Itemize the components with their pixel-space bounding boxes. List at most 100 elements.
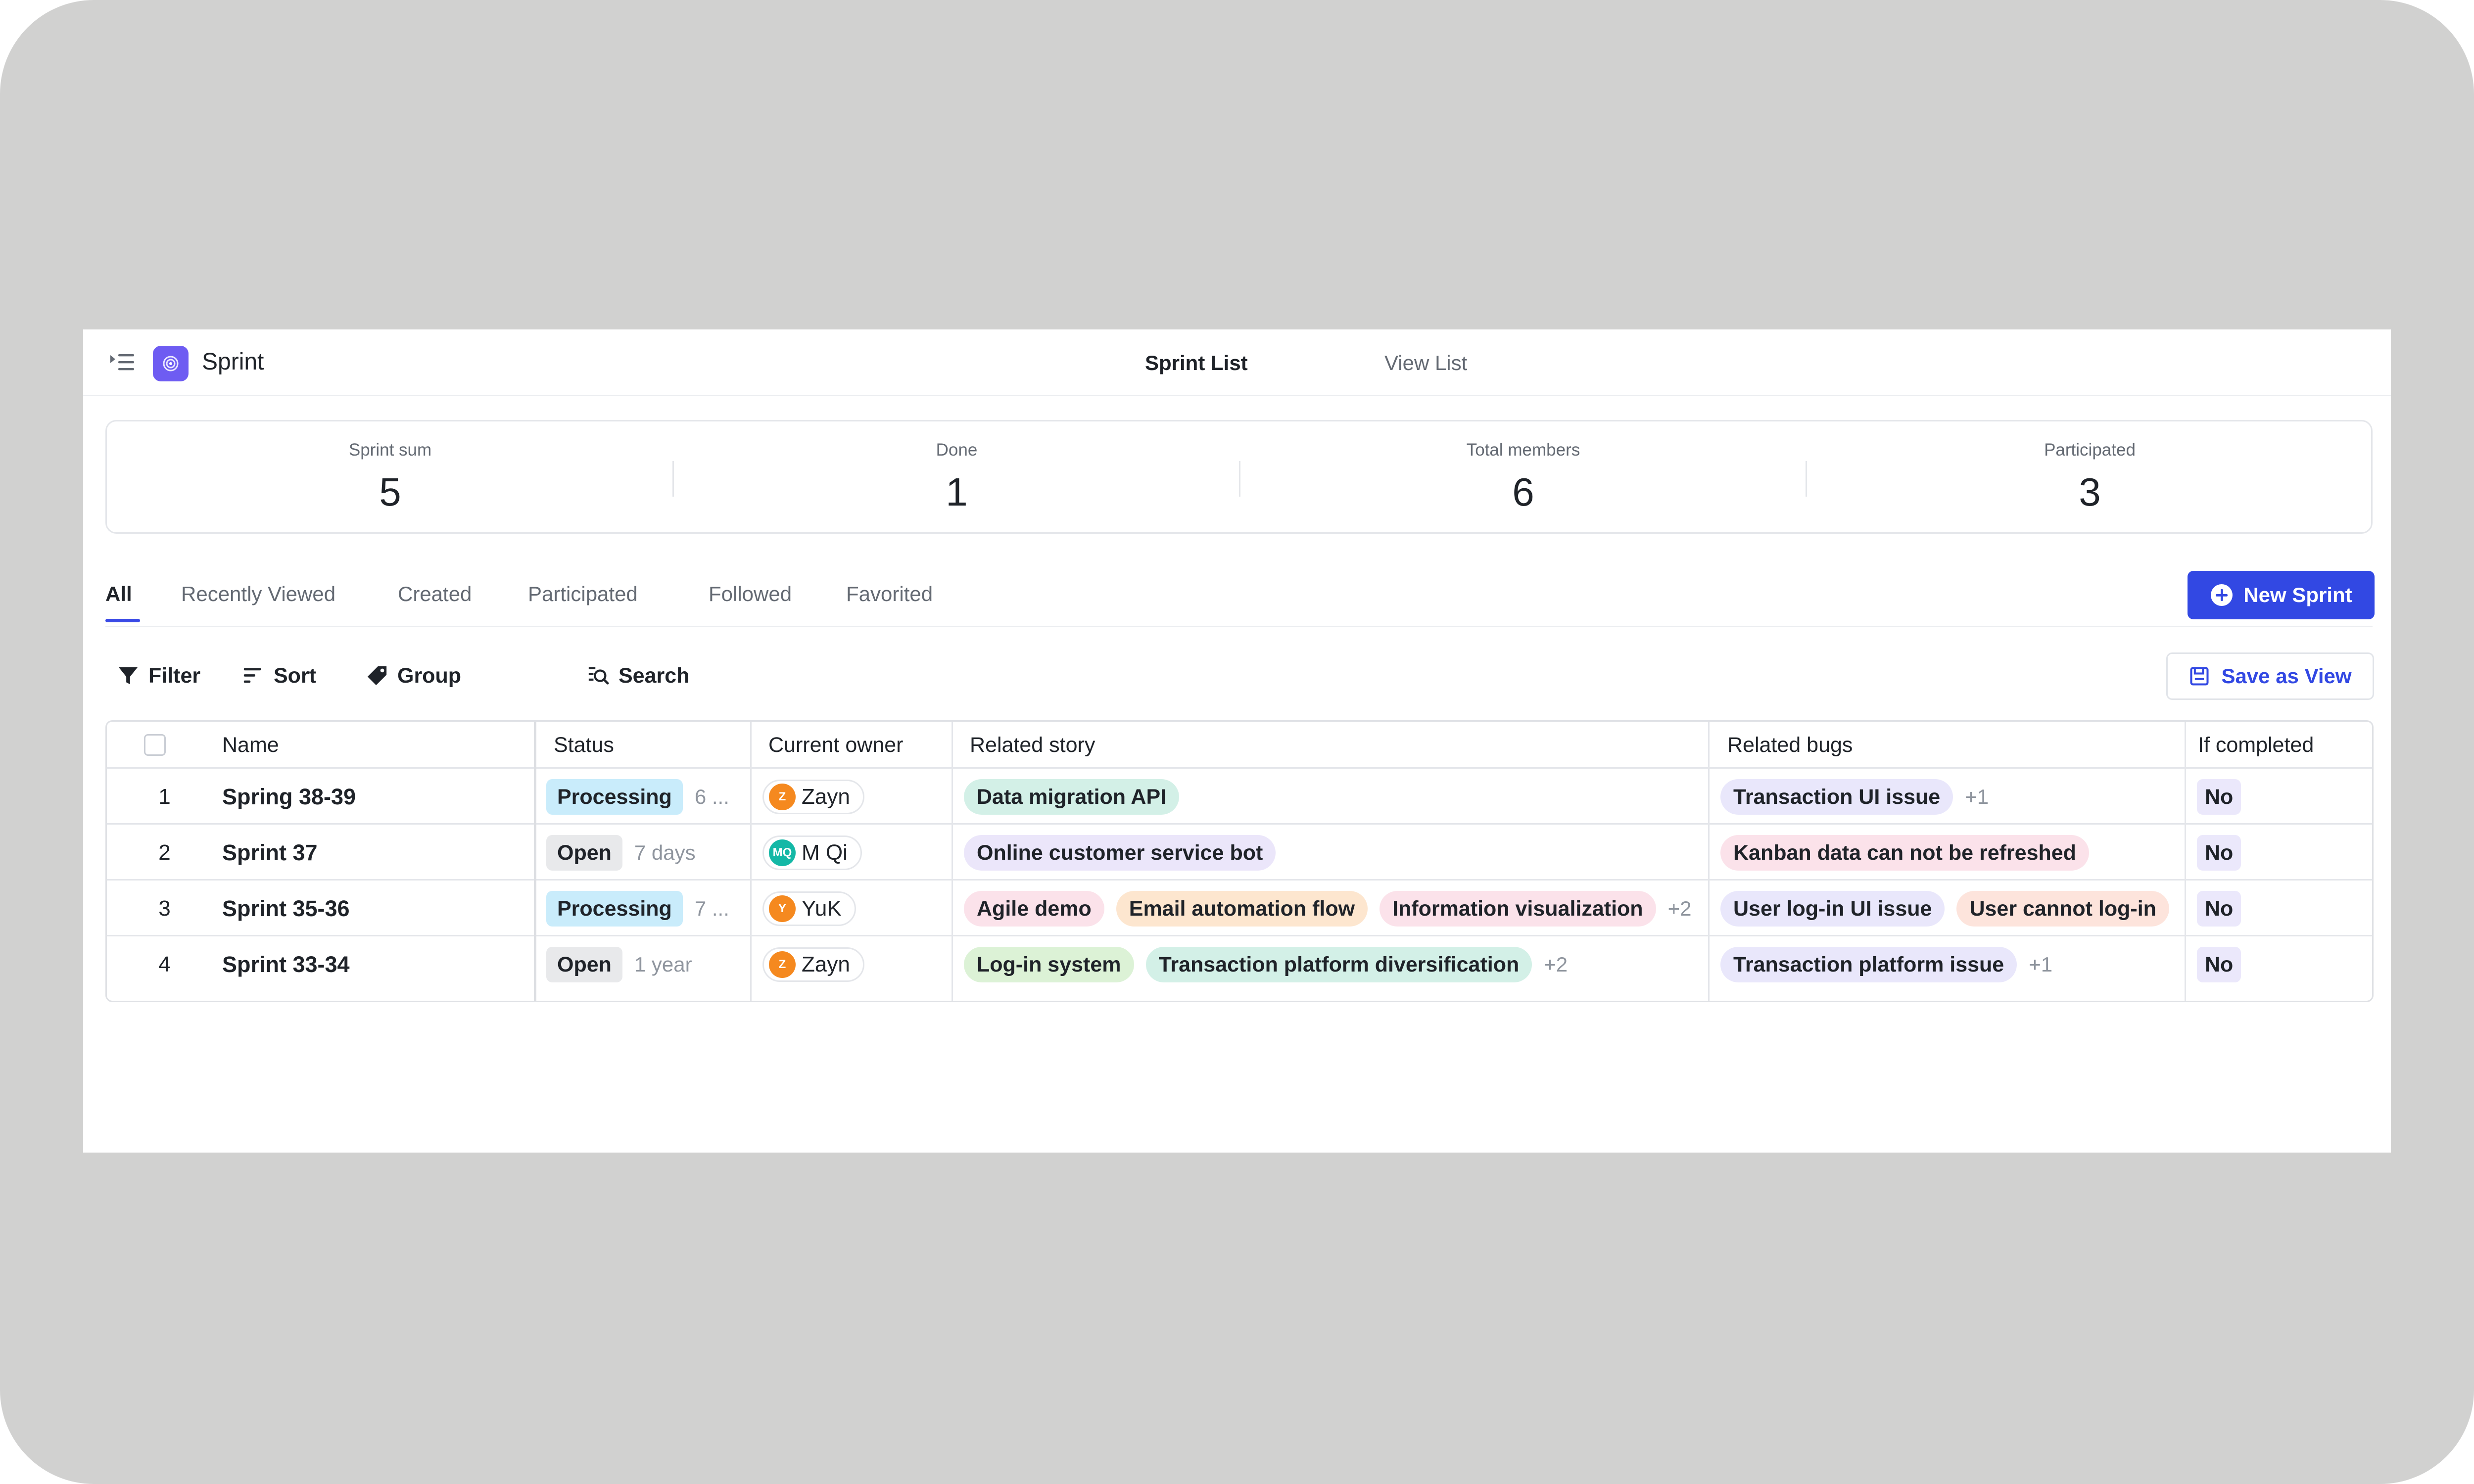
bug-tag[interactable]: User cannot log-in bbox=[1956, 890, 2169, 927]
filter-icon bbox=[118, 667, 138, 685]
status-duration: 6 ... bbox=[694, 785, 729, 808]
col-header-status[interactable]: Status bbox=[554, 722, 614, 768]
avatar: Y bbox=[769, 895, 796, 922]
status-badge[interactable]: Processing bbox=[546, 890, 683, 927]
cell-completed: No bbox=[2197, 881, 2372, 936]
more-bugs-count[interactable]: +1 bbox=[1965, 785, 1989, 809]
story-tag[interactable]: Online customer service bot bbox=[964, 835, 1276, 871]
view-tabs: All Recently Viewed Created Participated… bbox=[105, 574, 2373, 627]
app-window: Sprint Sprint List View List Sprint sum … bbox=[83, 329, 2391, 1153]
stat-participated: Participated 3 bbox=[1807, 421, 2373, 535]
more-stories-count[interactable]: +2 bbox=[1544, 953, 1568, 976]
table-row[interactable]: 1 Spring 38-39 Processing 6 ... Z Zayn Data mi… bbox=[107, 769, 2372, 825]
cell-story: Data migration API bbox=[964, 769, 1708, 825]
col-header-story[interactable]: Related story bbox=[970, 722, 1095, 768]
tab-recently-viewed[interactable]: Recently Viewed bbox=[181, 580, 335, 608]
group-label: Group bbox=[397, 663, 461, 688]
filter-button[interactable]: Filter bbox=[117, 658, 200, 693]
story-tag[interactable]: Information visualization bbox=[1380, 890, 1656, 927]
sprint-table: Name Status Current owner Related story … bbox=[105, 720, 2374, 1002]
table-row[interactable]: 5Sprint20-21: Transaction pl... Ended7 da… bbox=[107, 992, 2372, 1001]
col-header-bugs[interactable]: Related bugs bbox=[1727, 722, 1853, 768]
owner-name: M Qi bbox=[802, 840, 848, 865]
cell-status: Open 1 year bbox=[546, 936, 750, 992]
sprint-name[interactable]: Sprint 33-34 bbox=[222, 952, 350, 977]
status-badge[interactable]: Open bbox=[546, 946, 622, 982]
tab-participated[interactable]: Participated bbox=[528, 580, 638, 608]
cell-bugs: Transaction platform issue +1 bbox=[1720, 936, 2185, 992]
sprint-name[interactable]: Spring 38-39 bbox=[222, 784, 356, 810]
owner-chip[interactable]: MQ M Qi bbox=[762, 835, 862, 870]
more-stories-count[interactable]: +2 bbox=[1668, 897, 1692, 921]
stats-panel: Sprint sum 5 Done 1 Total members 6 Part… bbox=[105, 420, 2373, 534]
cell-index: 3 bbox=[107, 881, 222, 936]
tab-view-list[interactable]: View List bbox=[1384, 349, 1467, 377]
cell-name: Sprint 35-36 bbox=[222, 881, 534, 936]
owner-name: Zayn bbox=[802, 784, 850, 809]
tab-followed[interactable]: Followed bbox=[709, 580, 792, 608]
more-bugs-count[interactable]: +1 bbox=[2029, 953, 2052, 976]
cell-story: Agile demo Email automation flow Informati… bbox=[964, 881, 1708, 936]
cell-bugs: User log-in UI issue User cannot log-in bbox=[1720, 881, 2185, 936]
col-header-name[interactable]: Name bbox=[222, 722, 279, 768]
active-tab-indicator bbox=[105, 619, 140, 622]
owner-chip[interactable]: Z Zayn bbox=[762, 779, 864, 814]
avatar: MQ bbox=[769, 839, 796, 866]
search-button[interactable]: Search bbox=[587, 658, 689, 693]
story-tag[interactable]: Data migration API bbox=[964, 779, 1180, 815]
owner-chip[interactable]: Y YuK bbox=[762, 891, 856, 926]
stat-value: 3 bbox=[2079, 470, 2101, 514]
bug-tag[interactable]: Kanban data can not be refreshed bbox=[1720, 835, 2089, 871]
sort-label: Sort bbox=[274, 663, 316, 688]
save-icon bbox=[2190, 667, 2209, 686]
cell-owner: Aanita bbox=[762, 992, 952, 1001]
cell-name: Sprint 37 bbox=[222, 825, 534, 881]
tag-icon bbox=[367, 666, 387, 686]
status-badge[interactable]: Processing bbox=[546, 779, 683, 815]
sprint-name[interactable]: Sprint 37 bbox=[222, 840, 318, 866]
sprint-name[interactable]: Sprint 35-36 bbox=[222, 896, 350, 922]
story-tag[interactable]: Transaction platform diversification bbox=[1145, 946, 1532, 982]
status-badge[interactable]: Open bbox=[546, 835, 622, 871]
select-all-checkbox[interactable] bbox=[144, 734, 166, 756]
sprint-logo-icon bbox=[163, 356, 179, 371]
table-row[interactable]: 4 Sprint 33-34 Open 1 year Z Zayn Log-in syste… bbox=[107, 936, 2372, 992]
cell-bugs: User cannot log-in bbox=[1720, 992, 2185, 1001]
story-tag[interactable]: Agile demo bbox=[964, 890, 1104, 927]
sort-button[interactable]: Sort bbox=[242, 658, 316, 693]
cell-story: Online customer service bot bbox=[964, 825, 1708, 881]
stat-value: 1 bbox=[946, 470, 968, 514]
cell-story: Log-in system Transaction platform divers… bbox=[964, 936, 1708, 992]
row-index: 2 bbox=[158, 840, 171, 865]
table-row[interactable]: 3 Sprint 35-36 Processing 7 ... Y YuK Agile de… bbox=[107, 881, 2372, 936]
screen-background: Sprint Sprint List View List Sprint sum … bbox=[0, 0, 2474, 1484]
save-as-view-button[interactable]: Save as View bbox=[2166, 652, 2374, 700]
bug-tag[interactable]: Transaction UI issue bbox=[1720, 779, 1953, 815]
col-header-owner[interactable]: Current owner bbox=[768, 722, 903, 768]
tab-all[interactable]: All bbox=[105, 580, 132, 608]
cell-name: Spring 38-39 bbox=[222, 769, 534, 825]
bug-tag[interactable]: Transaction platform issue bbox=[1720, 946, 2017, 982]
cell-name: Sprint 33-34 bbox=[222, 936, 534, 992]
story-tag[interactable]: Log-in system bbox=[964, 946, 1134, 982]
story-tag[interactable]: Email automation flow bbox=[1116, 890, 1368, 927]
row-index: 4 bbox=[158, 952, 171, 976]
owner-name: Zayn bbox=[802, 952, 850, 976]
group-button[interactable]: Group bbox=[366, 658, 461, 693]
filter-label: Filter bbox=[148, 663, 201, 688]
table-row[interactable]: 2 Sprint 37 Open 7 days MQ M Qi Online custome… bbox=[107, 825, 2372, 881]
stat-label: Total members bbox=[1466, 440, 1580, 460]
save-as-view-label: Save as View bbox=[2221, 664, 2352, 688]
tab-sprint-list[interactable]: Sprint List bbox=[1145, 349, 1248, 377]
col-header-completed[interactable]: If completed bbox=[2198, 722, 2314, 768]
sidebar-toggle-icon[interactable] bbox=[110, 352, 134, 372]
row-index: 1 bbox=[158, 784, 171, 809]
sort-icon bbox=[243, 668, 261, 683]
cell-status: Ended7 days bbox=[546, 992, 750, 1001]
tab-created[interactable]: Created bbox=[398, 580, 472, 608]
owner-chip[interactable]: Z Zayn bbox=[762, 947, 864, 982]
tab-favorited[interactable]: Favorited bbox=[846, 580, 933, 608]
new-sprint-button[interactable]: New Sprint bbox=[2188, 571, 2375, 619]
completed-badge: No bbox=[2197, 779, 2241, 815]
bug-tag[interactable]: User log-in UI issue bbox=[1720, 890, 1945, 927]
